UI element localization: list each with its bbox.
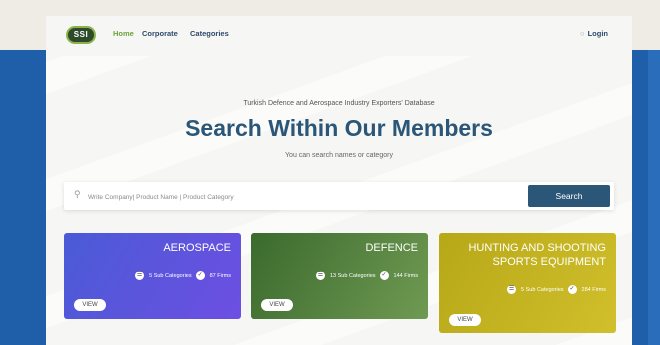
search-button[interactable]: Search <box>528 185 610 207</box>
check-icon: ✓ <box>567 285 577 294</box>
hero-title: Search Within Our Members <box>185 115 493 141</box>
background-stripe <box>648 50 660 345</box>
view-button[interactable]: VIEW <box>74 299 106 311</box>
top-nav: SSI Home Corporate Categories ○ Login <box>46 16 632 52</box>
check-icon: ✓ <box>379 271 389 280</box>
firm-count: 284 Firms <box>581 286 606 293</box>
check-icon: ✓ <box>195 271 205 280</box>
nav-link-categories[interactable]: Categories <box>190 29 229 38</box>
login-label: Login <box>587 29 608 38</box>
firm-count: 144 Firms <box>393 272 418 279</box>
search-bar: ⚲ Search <box>64 182 614 210</box>
nav-link-corporate[interactable]: Corporate <box>142 29 178 38</box>
page-container: SSI Home Corporate Categories ○ Login Tur… <box>46 16 632 345</box>
card-stats: ☰ 5 Sub Categories ✓ 284 Firms <box>507 285 606 294</box>
login-link[interactable]: ○ Login <box>580 29 608 38</box>
category-card-hunting[interactable]: HUNTING AND SHOOTING SPORTS EQUIPMENT ☰ … <box>439 233 616 333</box>
subcategory-count: 5 Sub Categories <box>149 272 192 279</box>
firm-count: 87 Firms <box>209 272 231 279</box>
card-stats: ☰ 13 Sub Categories ✓ 144 Firms <box>315 271 418 280</box>
card-stats: ☰ 5 Sub Categories ✓ 87 Firms <box>135 271 231 280</box>
card-title: AEROSPACE <box>163 242 231 254</box>
subcategory-count: 5 Sub Categories <box>521 286 564 293</box>
subcategory-count: 13 Sub Categories <box>329 272 376 279</box>
ssi-logo[interactable]: SSI <box>66 26 96 44</box>
search-input[interactable] <box>86 188 490 206</box>
card-title: DEFENCE <box>365 242 418 254</box>
category-card-aerospace[interactable]: AEROSPACE ☰ 5 Sub Categories ✓ 87 Firms … <box>64 233 241 319</box>
category-card-defence[interactable]: DEFENCE ☰ 13 Sub Categories ✓ 144 Firms … <box>251 233 428 319</box>
list-icon: ☰ <box>315 271 325 280</box>
nav-link-home[interactable]: Home <box>113 29 134 38</box>
view-button[interactable]: VIEW <box>449 314 481 326</box>
search-icon: ⚲ <box>74 189 81 199</box>
hero-hint: You can search names or category <box>285 152 393 159</box>
card-title: HUNTING AND SHOOTING SPORTS EQUIPMENT <box>468 242 606 268</box>
user-icon: ○ <box>580 29 585 38</box>
list-icon: ☰ <box>135 271 145 280</box>
view-button[interactable]: VIEW <box>261 299 293 311</box>
hero-subtitle: Turkish Defence and Aerospace Industry E… <box>243 100 435 107</box>
list-icon: ☰ <box>507 285 517 294</box>
